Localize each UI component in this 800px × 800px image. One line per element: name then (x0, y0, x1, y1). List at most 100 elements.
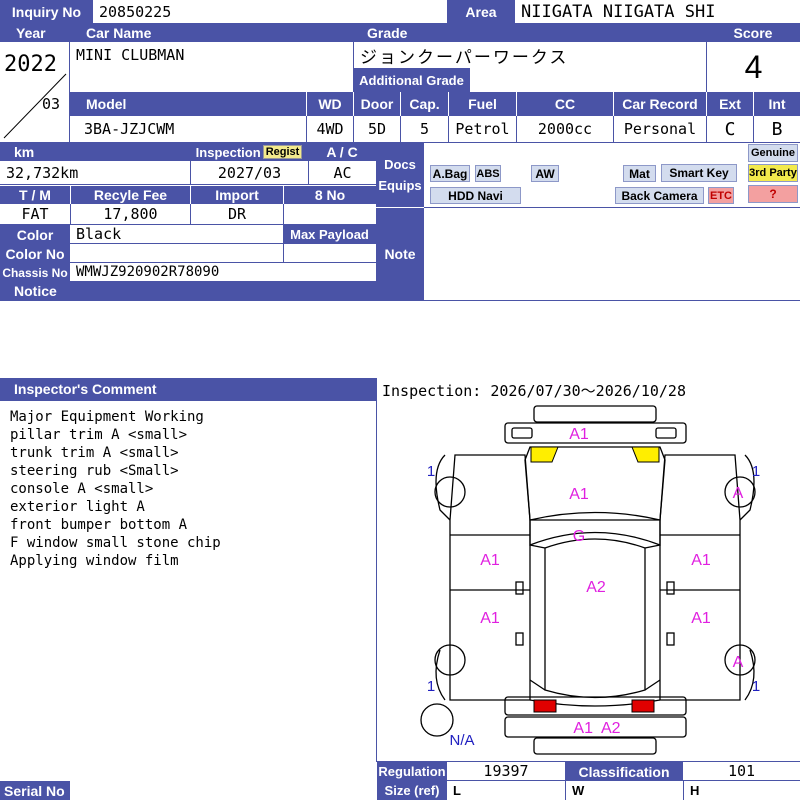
headlight-left (530, 446, 559, 463)
comment-line: exterior light A (10, 499, 145, 515)
inspector-comment-label: Inspector's Comment (0, 378, 376, 400)
inspection-label: Inspection Regist (190, 143, 308, 161)
ext-value: C (706, 116, 753, 142)
model-value: 3BA-JZJCWM (84, 120, 175, 138)
equips-label: Equips (378, 178, 422, 193)
mark-right-rear-wheel: A (733, 654, 744, 671)
classification-label: Classification (565, 762, 683, 781)
divider (0, 300, 800, 301)
ac-value: AC (308, 161, 376, 185)
model-label: Model (70, 92, 306, 116)
ext-label: Ext (706, 92, 753, 116)
year-label: Year (0, 24, 70, 42)
recyle-label: Recyle Fee (70, 186, 190, 204)
mark-spare: N/A (449, 732, 474, 749)
mark-roof: A2 (586, 579, 606, 596)
car-name-value: MINI CLUBMAN (76, 46, 185, 64)
mark-rear: A1 A2 (573, 720, 620, 737)
area-value: NIIGATA NIIGATA SHI (515, 0, 800, 24)
year-cell: 2022 03 (0, 42, 70, 142)
mark-left-rear-door: A1 (480, 610, 500, 627)
car-name-label: Car Name (70, 24, 353, 42)
import-label: Import (190, 186, 283, 204)
mark-right-rear-door: A1 (691, 610, 711, 627)
etc-chip: ETC (708, 187, 734, 204)
third-party-chip: 3rd Party (748, 164, 798, 182)
mat-chip: Mat (623, 165, 656, 182)
classification-value: 101 (683, 762, 800, 781)
inspection-label-text: Inspection (195, 144, 261, 160)
color-no-value (70, 244, 283, 263)
docs-equips-label: Docs Equips (376, 143, 424, 207)
inquiry-label: Inquiry No (0, 0, 93, 24)
hdd-navi-chip: HDD Navi (430, 187, 521, 204)
mark-windshield: G (573, 528, 585, 545)
chassis-label: Chassis No (0, 263, 70, 282)
int-value: B (753, 116, 800, 142)
regist-badge: Regist (262, 145, 303, 159)
size-l: L (453, 783, 461, 798)
smart-key-chip: Smart Key (661, 164, 737, 182)
color-value: Black (70, 225, 283, 244)
mark-right-front-door: A1 (691, 552, 711, 569)
mark-left-front-door: A1 (480, 552, 500, 569)
fuel-value: Petrol (448, 116, 516, 142)
size-w: W (565, 781, 683, 800)
km-value: 32,732km (0, 161, 190, 185)
comment-line: pillar trim A <small> (10, 427, 188, 443)
back-camera-chip: Back Camera (615, 187, 704, 204)
comment-line: front bumper bottom A (10, 517, 188, 533)
comment-line: Major Equipment Working (10, 409, 204, 425)
door-value: 5D (353, 116, 400, 142)
max-payload-label: Max Payload (283, 225, 376, 244)
mark-front: A1 (569, 426, 589, 443)
comment-line: console A <small> (10, 481, 154, 497)
car-record-label: Car Record (613, 92, 706, 116)
grade-label: Grade (353, 24, 706, 42)
max-payload-value (283, 244, 376, 263)
cc-value: 2000cc (516, 116, 613, 142)
km-label: km (0, 143, 190, 161)
inspection-value: 2027/03 (190, 161, 308, 185)
additional-grade-value (470, 68, 706, 92)
regulation-label: Regulation (377, 762, 447, 781)
divider (424, 207, 800, 208)
car-damage-diagram: A1 A1 G A2 A1 A1 A1 A1 A A A1 A2 1 1 1 1… (420, 405, 760, 755)
cc-label: CC (516, 92, 613, 116)
notice-label: Notice (0, 282, 376, 300)
recyle-value: 17,800 (70, 204, 190, 225)
serial-label: Serial No (0, 781, 70, 800)
wd-label: WD (306, 92, 353, 116)
regulation-value: 19397 (447, 762, 565, 781)
cap-value: 5 (400, 116, 448, 142)
mark-right-front-wheel: A (733, 485, 744, 502)
color-no-label: Color No (0, 244, 70, 263)
tm-value: FAT (0, 204, 70, 225)
door-label: Door (353, 92, 400, 116)
comment-line: steering rub <Small> (10, 463, 179, 479)
grade-value: ジョンクーパーワークス (353, 42, 706, 68)
chassis-value: WMWJZ920902R78090 (70, 263, 376, 282)
corner-num-bl: 1 (427, 678, 435, 695)
fuel-label: Fuel (448, 92, 516, 116)
corner-num-br: 1 (752, 678, 760, 695)
score-value: 4 (706, 42, 800, 92)
8no-value (283, 204, 376, 225)
wd-value: 4WD (306, 116, 353, 142)
mark-hood: A1 (569, 486, 589, 503)
additional-grade-label: Additional Grade (353, 68, 470, 92)
docs-label: Docs (384, 157, 416, 172)
year-value: 2022 (4, 52, 57, 77)
area-label: Area (447, 0, 515, 24)
note-label: Note (376, 207, 424, 300)
question-chip: ? (748, 185, 798, 203)
inspection-period: Inspection: 2026/07/30～2026/10/28 (382, 382, 686, 400)
headlight-right (631, 446, 660, 463)
comment-line: F window small stone chip (10, 535, 221, 551)
taillight-left (533, 699, 557, 713)
ac-label: A / C (308, 143, 376, 161)
aw-chip: AW (531, 165, 559, 182)
comment-line: Applying window film (10, 553, 179, 569)
int-label: Int (753, 92, 800, 116)
size-label: Size (ref) (377, 781, 447, 800)
